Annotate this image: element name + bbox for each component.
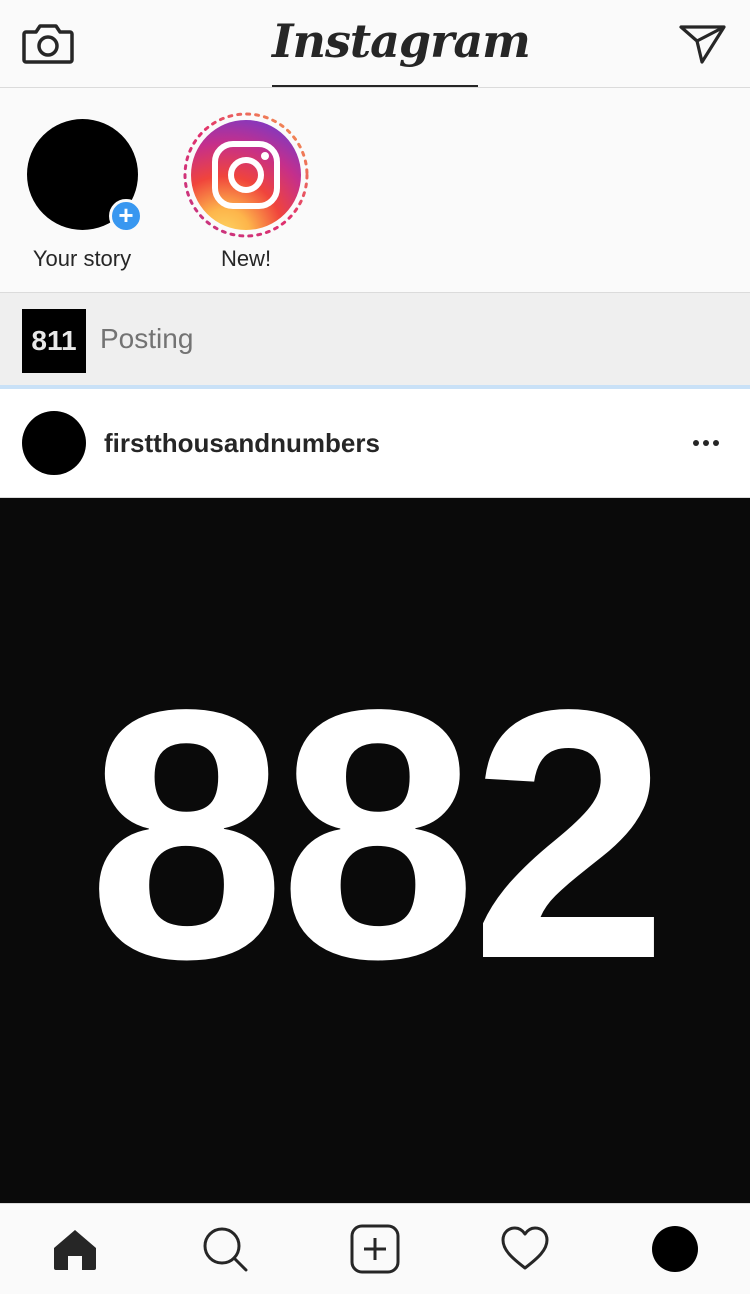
camera-button[interactable] xyxy=(22,20,74,66)
logo-underline xyxy=(272,85,478,87)
tab-activity[interactable] xyxy=(498,1222,552,1276)
posting-status-bar: 811 Posting xyxy=(0,293,750,385)
new-post-icon xyxy=(350,1224,400,1274)
post-image[interactable]: 882 xyxy=(0,498,750,1203)
post-image-number: 882 xyxy=(87,637,668,1033)
search-icon xyxy=(203,1227,248,1272)
paper-plane-icon xyxy=(679,25,726,64)
camera-icon xyxy=(22,24,74,64)
logo-text: Instagram xyxy=(272,14,531,68)
tab-new-post[interactable] xyxy=(348,1222,402,1276)
home-icon xyxy=(54,1230,96,1270)
story-label: New! xyxy=(220,246,272,271)
posting-thumbnail: 811 xyxy=(22,309,86,373)
instagram-logo[interactable]: Instagram xyxy=(272,0,531,87)
plus-icon: + xyxy=(109,199,143,233)
posting-status-text: Posting xyxy=(100,323,194,354)
post-header: firstthousandnumbers xyxy=(0,389,750,498)
direct-messages-button[interactable] xyxy=(678,22,728,66)
story-label: Your story xyxy=(32,246,132,271)
stories-tray: + Your story New! xyxy=(0,88,750,293)
tab-profile[interactable] xyxy=(652,1226,698,1272)
instagram-logo-icon xyxy=(183,112,309,238)
bottom-tab-bar xyxy=(0,1203,750,1294)
more-options-button[interactable] xyxy=(684,427,728,457)
new-story[interactable]: New! xyxy=(181,88,311,292)
your-story[interactable]: + Your story xyxy=(17,88,147,292)
activity-heart-icon xyxy=(501,1226,549,1270)
post-author-avatar[interactable] xyxy=(22,411,86,475)
top-header: Instagram xyxy=(0,0,750,88)
tab-home[interactable] xyxy=(48,1222,102,1276)
tab-search[interactable] xyxy=(198,1222,252,1276)
post-username[interactable]: firstthousandnumbers xyxy=(104,428,380,459)
